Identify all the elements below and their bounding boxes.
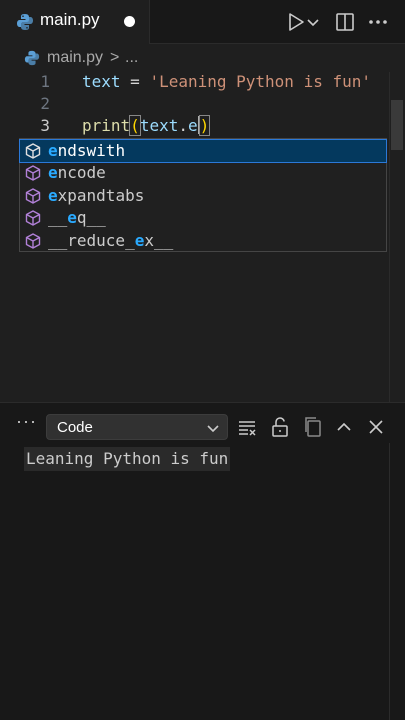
run-icon[interactable] (284, 10, 308, 34)
breadcrumb: main.py > ... (0, 44, 405, 72)
method-icon (25, 232, 41, 249)
method-icon (25, 143, 41, 159)
line-number: 2 (40, 94, 50, 113)
suggestion-match: e (48, 163, 58, 183)
suggestion-label: encode (48, 163, 106, 182)
tab-label: main.py (40, 10, 100, 29)
suggestion-label: __reduce_ex__ (48, 231, 173, 250)
clear-output-icon[interactable] (236, 416, 258, 438)
line-number: 1 (40, 72, 50, 91)
suggestion-match: e (48, 141, 58, 160)
close-icon[interactable] (365, 416, 387, 438)
split-editor-icon[interactable] (333, 10, 357, 34)
code-line-3[interactable]: print(text.e) (82, 115, 211, 136)
output-channel-value: Code (57, 419, 93, 436)
suggestion-post: q__ (76, 208, 106, 228)
copy-icon[interactable] (302, 416, 324, 438)
python-file-icon (24, 50, 40, 66)
suggestion-label: expandtabs (48, 186, 144, 205)
tab-main-py[interactable]: main.py (0, 0, 150, 44)
code-line-1[interactable]: text = 'Leaning Python is fun' (82, 72, 371, 91)
suggestion-post: xpandtabs (57, 185, 145, 205)
breadcrumb-separator: > (110, 49, 120, 66)
token-dot: . (178, 116, 188, 135)
panel-scrollbar[interactable] (389, 443, 405, 720)
suggestion-item[interactable]: __reduce_ex__ (20, 230, 386, 252)
token-variable: text (82, 72, 121, 91)
chevron-down-icon[interactable] (306, 10, 320, 34)
suggestion-match: e (134, 230, 145, 250)
method-icon (25, 210, 41, 226)
token-open-paren: ( (129, 115, 141, 136)
unsaved-dot-icon[interactable] (124, 16, 135, 27)
output-panel: ··· Code Leaning Python is fun (0, 402, 405, 720)
suggestion-item[interactable]: __eq__ (20, 207, 386, 229)
suggestion-label: endswith (48, 141, 125, 160)
suggestion-item[interactable]: endswith (19, 139, 387, 163)
method-icon (25, 188, 41, 204)
editor-scrollbar[interactable] (389, 72, 405, 402)
suggestion-pre: __reduce_ (48, 230, 135, 250)
chevron-down-icon (207, 425, 219, 433)
token-operator: = (120, 72, 150, 91)
method-icon (25, 165, 41, 182)
output-text: Leaning Python is fun (24, 447, 231, 471)
suggestion-label: __eq__ (48, 208, 106, 227)
suggestion-post: ndswith (57, 141, 126, 160)
tab-bar: main.py (0, 0, 405, 44)
token-variable: text (139, 116, 179, 135)
suggestion-post: ncode (57, 163, 106, 183)
token-close-paren: ) (198, 115, 211, 136)
lock-open-icon[interactable] (269, 416, 291, 438)
autocomplete-popup: endswith encode expandtabs __eq__ __reduce_e… (19, 138, 387, 252)
suggestion-item[interactable]: encode (20, 162, 386, 184)
token-function: print (82, 116, 131, 135)
breadcrumb-more[interactable]: ... (125, 49, 138, 67)
suggestion-match: e (67, 208, 77, 228)
panel-more-icon[interactable]: ··· (16, 411, 37, 432)
suggestion-match: e (48, 185, 58, 205)
more-actions-icon[interactable] (366, 10, 390, 34)
suggestion-item[interactable]: expandtabs (20, 185, 386, 207)
python-file-icon (17, 14, 33, 30)
output-channel-select[interactable]: Code (46, 414, 228, 440)
token-typed: e (187, 116, 198, 135)
token-string: 'Leaning Python is fun' (149, 72, 371, 91)
line-number: 3 (40, 116, 50, 135)
suggestion-pre: __ (48, 208, 68, 228)
suggestion-post: x__ (144, 230, 174, 250)
chevron-up-icon[interactable] (333, 416, 355, 438)
breadcrumb-file[interactable]: main.py (47, 49, 103, 67)
editor-scroll-thumb[interactable] (391, 100, 403, 150)
